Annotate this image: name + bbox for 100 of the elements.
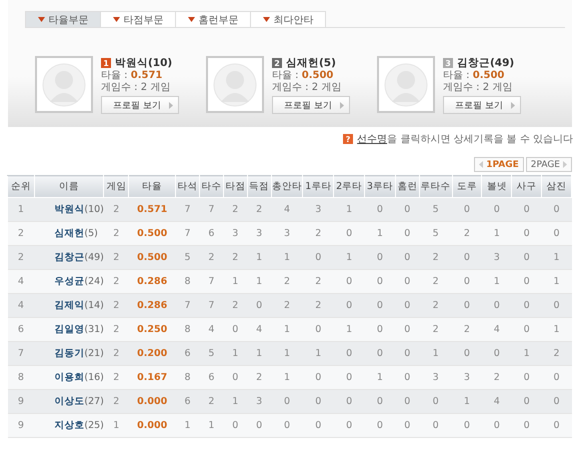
player-name-link[interactable]: 선수명: [357, 134, 388, 145]
table-cell: 0.000: [128, 414, 176, 438]
column-header: 사구: [512, 176, 542, 198]
table-cell: 0: [542, 390, 572, 414]
table-cell: 2: [247, 198, 272, 222]
table-cell: 0: [452, 198, 482, 222]
player-name-link[interactable]: 이상도(27): [34, 390, 104, 414]
player-name-link[interactable]: 심재헌(5): [34, 222, 104, 246]
profile-button[interactable]: 프로필 보기: [272, 96, 350, 114]
table-cell: 2: [542, 342, 572, 366]
table-cell: 0: [302, 414, 334, 438]
table-cell: 0: [364, 246, 396, 270]
player-name-link[interactable]: 박원식(10): [34, 198, 104, 222]
player-name-link[interactable]: 김일영(31): [34, 318, 104, 342]
table-cell: 0.250: [128, 318, 176, 342]
table-cell: 1: [271, 318, 303, 342]
table-cell: 5: [419, 198, 452, 222]
table-cell: 0: [512, 270, 542, 294]
table-cell: 2: [104, 294, 129, 318]
category-tab[interactable]: 홈런부문: [175, 11, 251, 27]
table-cell: 7: [199, 198, 224, 222]
table-cell: 0: [482, 198, 512, 222]
column-header: 타석: [176, 176, 200, 198]
table-cell: 0: [334, 222, 365, 246]
table-cell: 2: [482, 366, 512, 390]
table-cell: 3: [271, 222, 303, 246]
table-cell: 4: [8, 294, 34, 318]
table-cell: 1: [364, 222, 396, 246]
table-cell: 4: [482, 318, 512, 342]
table-cell: 2: [104, 246, 129, 270]
profile-button[interactable]: 프로필 보기: [101, 96, 179, 114]
category-tab[interactable]: 타율부문: [25, 11, 101, 27]
table-cell: 0: [334, 366, 365, 390]
player-name-link[interactable]: 김창근(49): [34, 246, 104, 270]
table-cell: 8: [8, 366, 34, 390]
table-cell: 0: [223, 318, 248, 342]
table-cell: 2: [271, 294, 303, 318]
table-cell: 2: [419, 294, 452, 318]
table-cell: 4: [482, 390, 512, 414]
table-cell: 2: [104, 222, 129, 246]
column-header: 타율: [128, 176, 176, 198]
table-cell: 0: [512, 246, 542, 270]
table-cell: 0: [302, 390, 334, 414]
table-cell: 7: [176, 222, 200, 246]
table-cell: 0: [364, 414, 396, 438]
player-name-link[interactable]: 우성균(24): [34, 270, 104, 294]
table-cell: 0: [395, 246, 420, 270]
player-name-link[interactable]: 김동기(21): [34, 342, 104, 366]
table-cell: 2: [223, 294, 248, 318]
category-tab[interactable]: 타점부문: [100, 11, 176, 27]
rank-badge: 3: [443, 58, 453, 68]
rank-badge: 2: [272, 58, 282, 68]
table-cell: 6: [199, 222, 224, 246]
games-count: 게임수 : 2 게임: [443, 82, 514, 94]
table-cell: 0: [364, 342, 396, 366]
player-name-link[interactable]: 지상호(25): [34, 414, 104, 438]
table-cell: 1: [542, 246, 572, 270]
table-cell: 4: [271, 198, 303, 222]
profile-button[interactable]: 프로필 보기: [443, 96, 521, 114]
table-cell: 3: [302, 198, 334, 222]
table-cell: 7: [199, 294, 224, 318]
page-button[interactable]: 2PAGE: [526, 157, 572, 172]
column-header: 도루: [452, 176, 482, 198]
table-cell: 0: [512, 390, 542, 414]
table-cell: 4: [199, 318, 224, 342]
table-cell: 2: [104, 390, 129, 414]
table-cell: 2: [199, 390, 224, 414]
table-cell: 1: [512, 342, 542, 366]
table-cell: 0: [512, 294, 542, 318]
table-cell: 0.500: [128, 222, 176, 246]
category-tab[interactable]: 최다안타: [250, 11, 326, 27]
table-cell: 0: [452, 270, 482, 294]
table-cell: 1: [419, 342, 452, 366]
table-cell: 1: [271, 342, 303, 366]
table-cell: 0.500: [128, 246, 176, 270]
table-cell: 0: [452, 246, 482, 270]
table-cell: 2: [302, 270, 334, 294]
table-cell: 1: [247, 270, 272, 294]
player-name-link[interactable]: 이용희(16): [34, 366, 104, 390]
table-cell: 1: [247, 246, 272, 270]
table-cell: 6: [8, 318, 34, 342]
table-cell: 0: [512, 318, 542, 342]
games-count: 게임수 : 2 게임: [272, 82, 342, 94]
column-header: 2루타: [334, 176, 365, 198]
stat-value: 0.500: [472, 70, 504, 81]
table-cell: 3: [223, 222, 248, 246]
column-header: 볼넷: [482, 176, 512, 198]
stat-label: 타율 :: [272, 70, 299, 81]
help-badge: ?: [343, 134, 354, 144]
table-cell: 0: [542, 294, 572, 318]
table-cell: 2: [104, 198, 129, 222]
table-cell: 1: [223, 342, 248, 366]
table-cell: 2: [199, 246, 224, 270]
column-header: 타점: [223, 176, 248, 198]
table-cell: 1: [271, 246, 303, 270]
table-cell: 1: [223, 270, 248, 294]
table-cell: 0: [542, 198, 572, 222]
player-name-link[interactable]: 김제익(14): [34, 294, 104, 318]
table-cell: 6: [176, 342, 200, 366]
table-cell: 0: [512, 414, 542, 438]
